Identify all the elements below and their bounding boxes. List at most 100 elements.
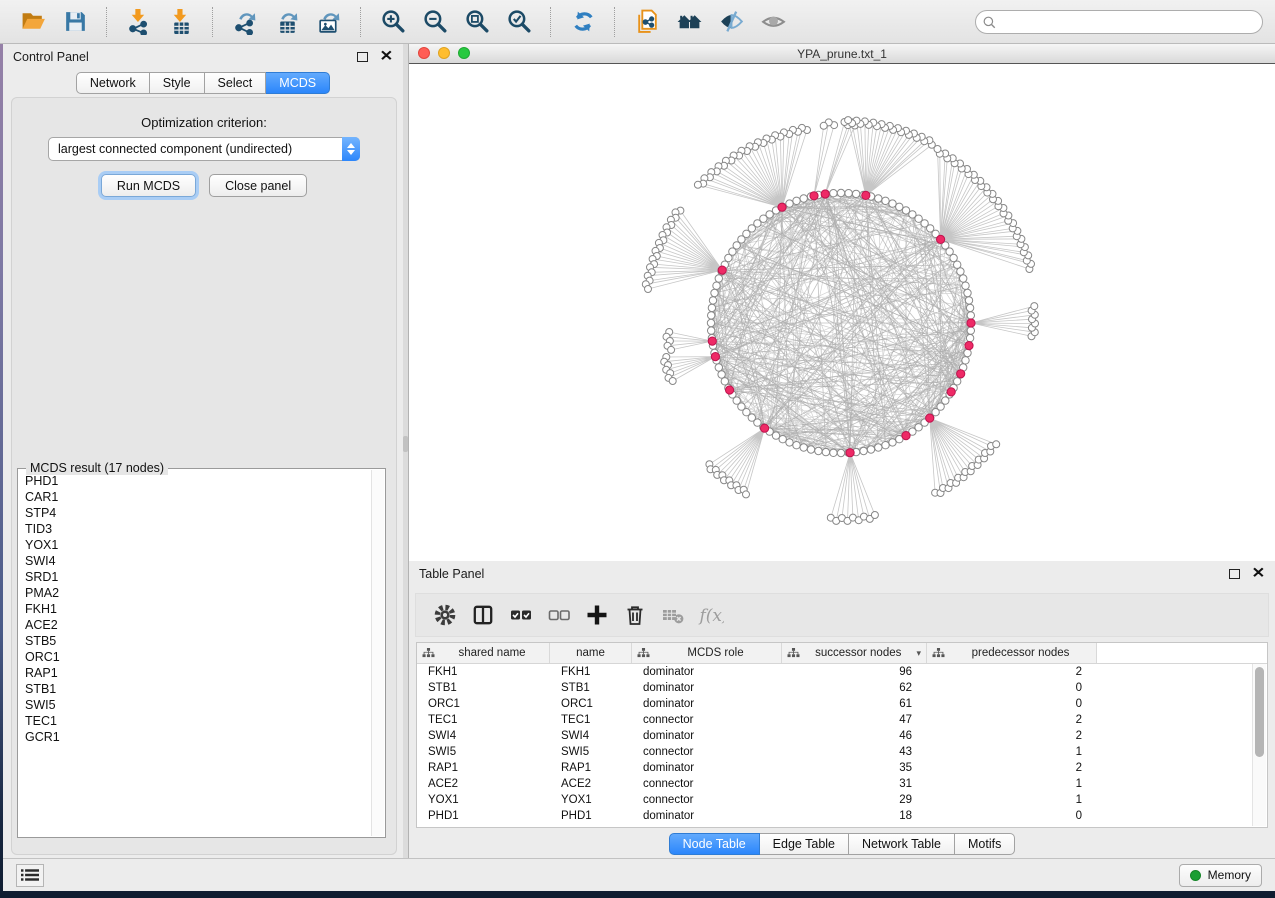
dropdown-stepper-icon <box>342 137 360 161</box>
show-columns-button[interactable] <box>464 597 502 633</box>
mcds-result-item[interactable]: STB5 <box>25 633 372 649</box>
table-row[interactable]: PHD1PHD1dominator180 <box>417 808 1267 824</box>
table-row[interactable]: SWI5SWI5connector431 <box>417 744 1267 760</box>
cell-shared-name: YOX1 <box>417 794 550 806</box>
window-minimize-icon[interactable] <box>438 47 450 59</box>
cell-successor-nodes: 62 <box>782 682 927 694</box>
zoom-out-button[interactable] <box>417 5 453 39</box>
float-table-panel-button[interactable] <box>1229 569 1252 579</box>
cell-name: TEC1 <box>550 714 632 726</box>
column-header-predecessor-nodes[interactable]: predecessor nodes <box>927 643 1097 663</box>
tab-mcds[interactable]: MCDS <box>266 72 330 94</box>
criterion-dropdown[interactable]: largest connected component (undirected) <box>48 137 360 161</box>
table-row[interactable]: TEC1TEC1connector472 <box>417 712 1267 728</box>
cell-predecessor-nodes: 2 <box>927 730 1097 742</box>
tab-style[interactable]: Style <box>150 72 205 94</box>
import-table-button[interactable] <box>163 5 199 39</box>
attribute-settings-icon <box>432 602 459 629</box>
tab-network[interactable]: Network <box>76 72 150 94</box>
zoom-selected-button[interactable] <box>501 5 537 39</box>
houses-icon <box>676 8 703 35</box>
cell-predecessor-nodes: 2 <box>927 714 1097 726</box>
table-row[interactable]: RAP1RAP1dominator352 <box>417 760 1267 776</box>
float-icon <box>357 52 368 62</box>
window-maximize-icon[interactable] <box>458 47 470 59</box>
attribute-settings-button[interactable] <box>426 597 464 633</box>
mcds-result-item[interactable]: RAP1 <box>25 665 372 681</box>
mcds-result-item[interactable]: CAR1 <box>25 489 372 505</box>
close-panel-button[interactable]: ✕ <box>380 52 393 62</box>
export-image-button[interactable] <box>311 5 347 39</box>
select-all-button[interactable] <box>502 597 540 633</box>
mcds-result-item[interactable]: SWI4 <box>25 553 372 569</box>
mcds-result-item[interactable]: SRD1 <box>25 569 372 585</box>
mcds-result-item[interactable]: ACE2 <box>25 617 372 633</box>
show-columns-icon <box>470 602 497 629</box>
search-input[interactable] <box>975 10 1263 34</box>
table-panel-header: Table Panel ✕ <box>409 561 1275 587</box>
table-row[interactable]: STB1STB1dominator620 <box>417 680 1267 696</box>
tab-motifs[interactable]: Motifs <box>955 833 1015 855</box>
column-header-name[interactable]: name <box>550 643 632 663</box>
column-header-successor-nodes[interactable]: successor nodes▾ <box>782 643 927 663</box>
float-panel-button[interactable] <box>357 52 380 62</box>
mcds-result-item[interactable]: FKH1 <box>25 601 372 617</box>
open-file-button[interactable] <box>15 5 51 39</box>
houses-button[interactable] <box>671 5 707 39</box>
mcds-list-scrollbar[interactable] <box>371 470 384 836</box>
optimization-criterion-label: Optimization criterion: <box>12 115 396 130</box>
cell-successor-nodes: 96 <box>782 666 927 678</box>
tab-node-table[interactable]: Node Table <box>669 833 760 855</box>
table-scrollbar-thumb[interactable] <box>1255 667 1264 757</box>
deselect-all-button[interactable] <box>540 597 578 633</box>
cell-successor-nodes: 47 <box>782 714 927 726</box>
function-builder-icon: f(x) <box>698 602 725 629</box>
zoom-in-button[interactable] <box>375 5 411 39</box>
save-session-button[interactable] <box>57 5 93 39</box>
table-scrollbar[interactable] <box>1252 664 1266 826</box>
tab-network-table[interactable]: Network Table <box>849 833 955 855</box>
delete-column-button[interactable] <box>616 597 654 633</box>
mcds-result-item[interactable]: PMA2 <box>25 585 372 601</box>
mcds-result-item[interactable]: PHD1 <box>25 473 372 489</box>
mcds-result-item[interactable]: ORC1 <box>25 649 372 665</box>
network-from-selection-button[interactable] <box>629 5 665 39</box>
column-header-shared-name[interactable]: shared name <box>417 643 550 663</box>
add-column-button[interactable] <box>578 597 616 633</box>
export-table-icon <box>274 8 301 35</box>
mcds-result-item[interactable]: GCR1 <box>25 729 372 745</box>
table-row[interactable]: YOX1YOX1connector291 <box>417 792 1267 808</box>
window-close-icon[interactable] <box>418 47 430 59</box>
mcds-result-item[interactable]: SWI5 <box>25 697 372 713</box>
toggle-annotations-button[interactable] <box>713 5 749 39</box>
table-row[interactable]: SWI4SWI4dominator462 <box>417 728 1267 744</box>
cell-successor-nodes: 43 <box>782 746 927 758</box>
refresh-view-button[interactable] <box>565 5 601 39</box>
cell-name: ACE2 <box>550 778 632 790</box>
export-network-button[interactable] <box>227 5 263 39</box>
column-header-mcds-role[interactable]: MCDS role <box>632 643 782 663</box>
export-table-button[interactable] <box>269 5 305 39</box>
toolbar-icons <box>12 5 794 39</box>
tab-select[interactable]: Select <box>205 72 267 94</box>
run-mcds-button[interactable]: Run MCDS <box>101 174 196 197</box>
mcds-result-item[interactable]: STP4 <box>25 505 372 521</box>
table-row[interactable]: ORC1ORC1dominator610 <box>417 696 1267 712</box>
mcds-result-item[interactable]: STB1 <box>25 681 372 697</box>
network-canvas[interactable] <box>409 63 1275 561</box>
mcds-result-item[interactable]: TEC1 <box>25 713 372 729</box>
task-history-button[interactable] <box>16 864 44 887</box>
memory-button[interactable]: Memory <box>1179 864 1262 887</box>
close-table-panel-button[interactable]: ✕ <box>1252 569 1265 579</box>
zoom-fit-button[interactable] <box>459 5 495 39</box>
import-network-button[interactable] <box>121 5 157 39</box>
tab-edge-table[interactable]: Edge Table <box>760 833 849 855</box>
table-row[interactable]: FKH1FKH1dominator962 <box>417 664 1267 680</box>
mcds-tab-panel: Optimization criterion: largest connecte… <box>11 97 397 855</box>
table-row[interactable]: ACE2ACE2connector311 <box>417 776 1267 792</box>
mcds-result-item[interactable]: TID3 <box>25 521 372 537</box>
zoom-in-icon <box>380 8 407 35</box>
cell-predecessor-nodes: 1 <box>927 794 1097 806</box>
close-panel-action-button[interactable]: Close panel <box>209 174 307 197</box>
mcds-result-item[interactable]: YOX1 <box>25 537 372 553</box>
